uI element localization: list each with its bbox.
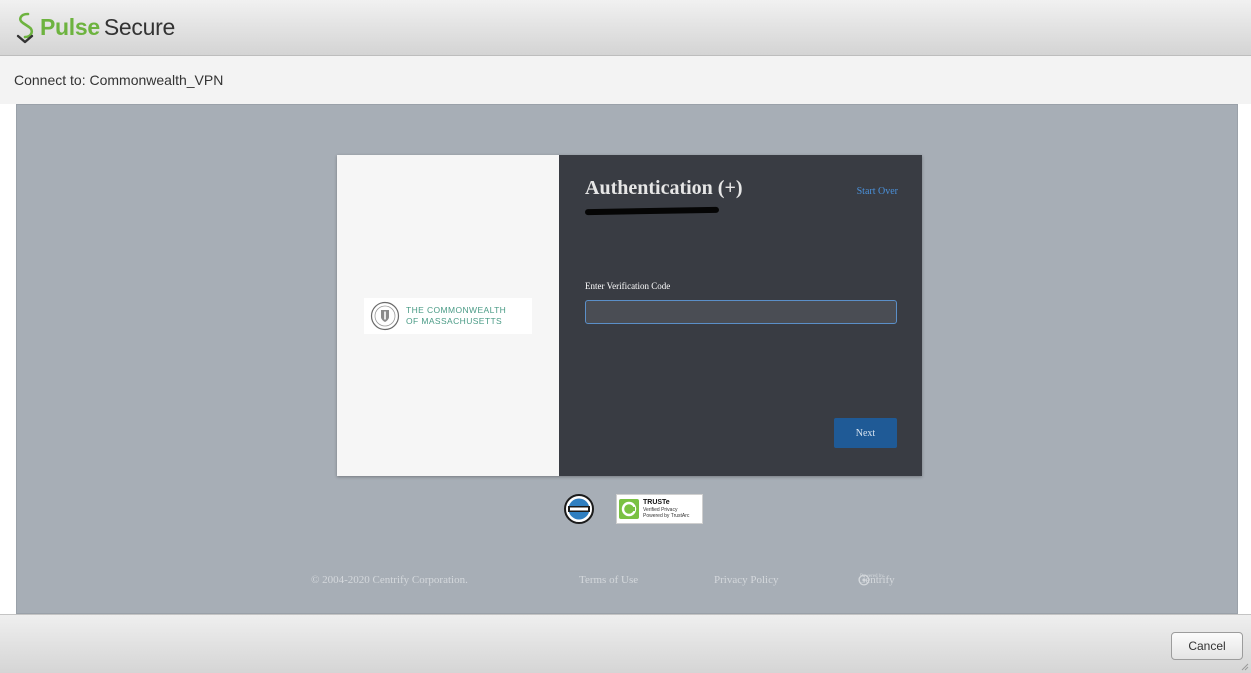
org-logo-panel: THE COMMONWEALTH OF MASSACHUSETTS [337,155,559,476]
verification-code-input[interactable] [585,300,897,324]
truste-text: TRUSTe Verified Privacy Powered by Trust… [643,499,689,519]
authentication-title: Authentication (+) [585,177,743,199]
truste-title: TRUSTe [643,499,670,506]
truste-badge[interactable]: TRUSTe Verified Privacy Powered by Trust… [616,494,703,524]
security-seal-badge-icon [564,494,594,524]
resize-grip-icon[interactable] [1241,663,1249,671]
pulse-secure-logo-icon [16,12,34,43]
connect-to-label: Connect to: Commonwealth_VPN [14,72,224,88]
copyright-text: © 2004-2020 Centrify Corporation. [311,574,468,586]
massachusetts-seal-icon [370,301,400,330]
authentication-card: THE COMMONWEALTH OF MASSACHUSETTS Authen… [337,155,922,476]
terms-of-use-link[interactable]: Terms of Use [579,574,638,586]
commonwealth-logo-text: THE COMMONWEALTH OF MASSACHUSETTS [406,305,506,327]
centrify-text: Centrify [858,574,895,586]
commonwealth-logo: THE COMMONWEALTH OF MASSACHUSETTS [364,297,532,334]
cancel-button[interactable]: Cancel [1171,632,1243,660]
logo-line-1: THE COMMONWEALTH [406,304,507,315]
verification-code-label: Enter Verification Code [585,281,671,291]
trust-badges: TRUSTe Verified Privacy Powered by Trust… [564,494,703,524]
embedded-browser-frame: THE COMMONWEALTH OF MASSACHUSETTS Authen… [16,104,1238,614]
privacy-policy-link[interactable]: Privacy Policy [714,574,778,586]
logo-line-2: OF MASSACHUSETTS [406,315,503,326]
brand-secure-text: Secure [103,14,175,40]
title-bar: Pulse Secure [0,0,1251,56]
truste-check-icon [619,499,639,519]
centrify-logo[interactable]: Powered by Centrify [858,574,895,586]
truste-line-2: Powered by TrustArc [643,513,690,519]
next-button[interactable]: Next [834,418,897,448]
authentication-panel: Authentication (+) Start Over Enter Veri… [559,155,922,476]
page-footer: © 2004-2020 Centrify Corporation. Terms … [16,574,1238,594]
pulse-secure-brand: Pulse Secure [14,12,175,44]
redacted-username [584,206,720,216]
connection-bar: Connect to: Commonwealth_VPN [0,56,1251,104]
start-over-link[interactable]: Start Over [857,186,898,197]
brand-pulse-text: Pulse [40,14,100,40]
bottom-action-bar: Cancel [0,614,1251,673]
